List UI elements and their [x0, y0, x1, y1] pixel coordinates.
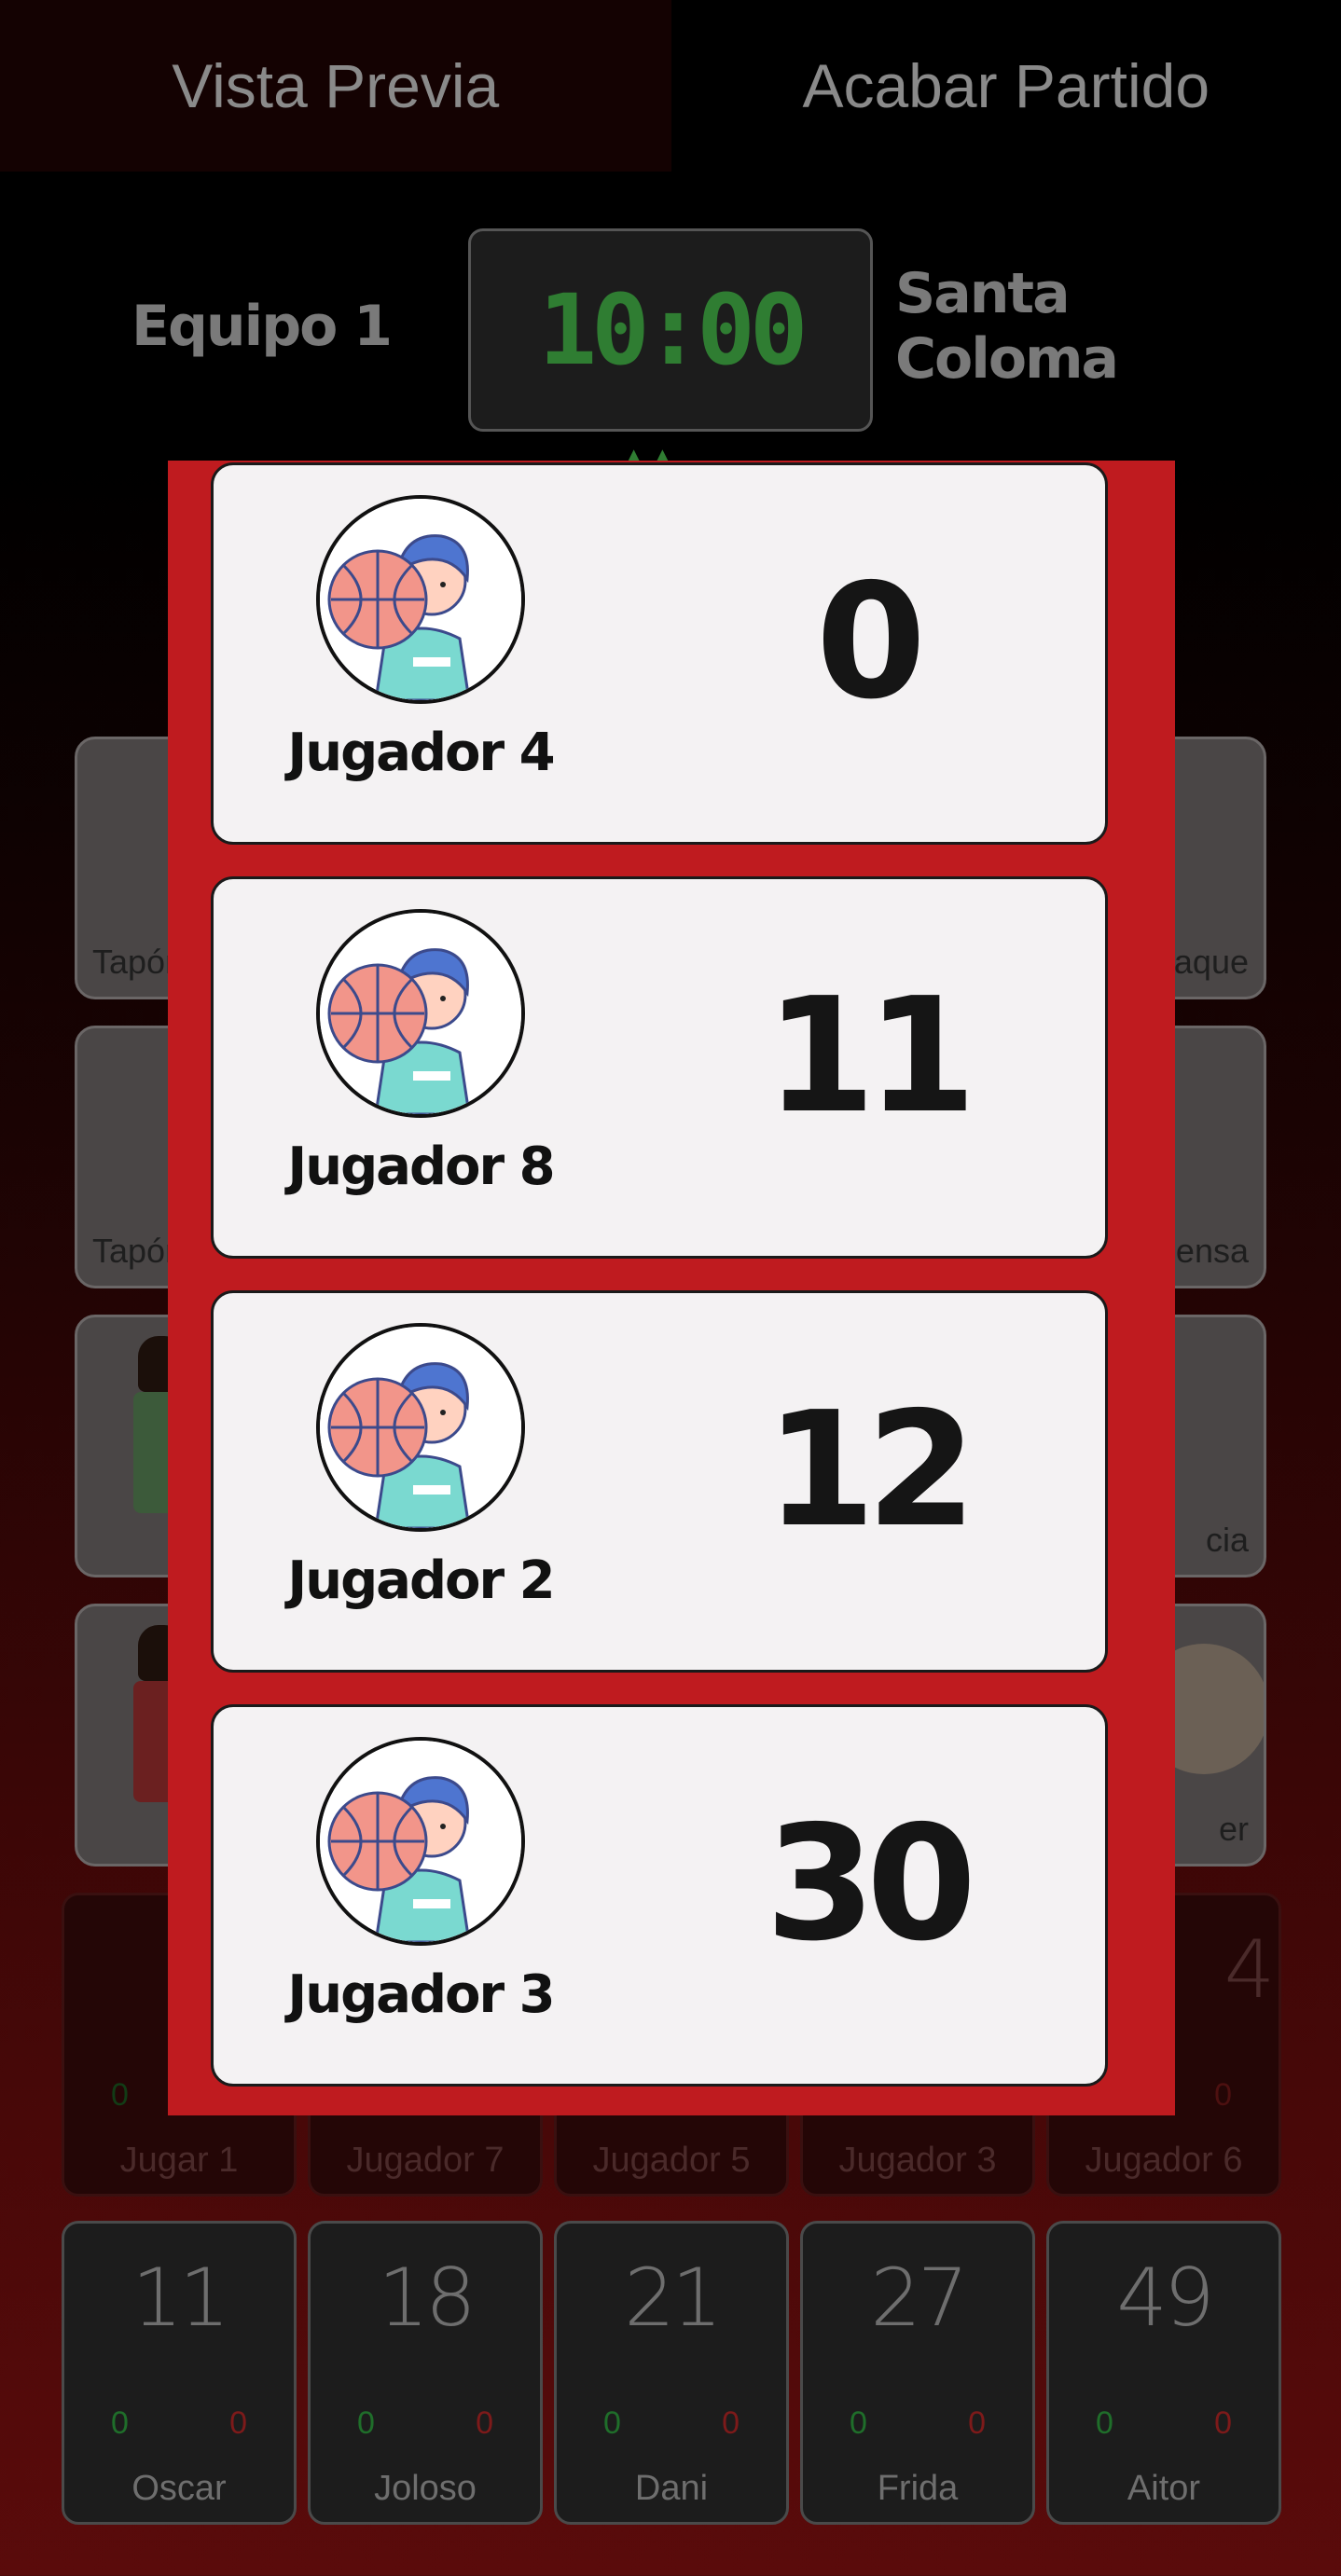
missed-count: 0	[968, 2405, 986, 2441]
ranking-player-score: 12	[765, 1378, 977, 1563]
ranking-player-score: 0	[815, 550, 926, 735]
player-number: 11	[131, 2252, 229, 2345]
ranking-player-name: Jugador 2	[287, 1550, 555, 1611]
ranking-player-name: Jugador 4	[287, 723, 555, 783]
made-count: 0	[850, 2405, 867, 2441]
made-count: 0	[111, 2405, 129, 2441]
player-score-card[interactable]: Jugador 4 0	[211, 462, 1108, 845]
missed-count: 0	[476, 2405, 493, 2441]
end-match-tab[interactable]: Acabar Partido	[670, 0, 1341, 172]
player-card[interactable]: 49 0 0 Aitor	[1046, 2221, 1281, 2525]
made-count: 0	[111, 2077, 129, 2113]
player-card[interactable]: 27 0 0 Frida	[800, 2221, 1035, 2525]
top-tab-bar: Vista Previa Acabar Partido	[0, 0, 1341, 172]
player-number: 21	[624, 2252, 722, 2345]
player-card[interactable]: 11 0 0 Oscar	[62, 2221, 297, 2525]
player-name: Jugador 3	[838, 2141, 997, 2180]
player-card[interactable]: 18 0 0 Joloso	[308, 2221, 543, 2525]
made-count: 0	[1096, 2405, 1113, 2441]
away-team-name: Santa Coloma	[895, 261, 1119, 392]
player-score-card[interactable]: Jugador 8 11	[211, 876, 1108, 1259]
missed-count: 0	[1214, 2077, 1232, 2113]
player-name: Jugador 7	[346, 2141, 505, 2180]
player-number: 18	[378, 2252, 476, 2345]
player-name: Jugador 6	[1085, 2141, 1243, 2180]
player-number: 49	[1116, 2252, 1214, 2345]
player-name: Joloso	[374, 2469, 477, 2508]
player-score-card[interactable]: Jugador 2 12	[211, 1290, 1108, 1673]
ranking-player-score: 11	[765, 964, 977, 1149]
player-name: Frida	[877, 2469, 959, 2508]
player-name: Dani	[634, 2469, 709, 2508]
ranking-player-score: 30	[765, 1792, 977, 1977]
missed-count: 0	[722, 2405, 740, 2441]
ranking-player-name: Jugador 8	[287, 1136, 555, 1197]
player-name: Oscar	[131, 2469, 227, 2508]
player-avatar-icon	[316, 909, 525, 1118]
player-name: Aitor	[1127, 2469, 1201, 2508]
player-score-modal: Jugador 4 0 Jugador 8 11 Jugador 2 12 Ju…	[168, 461, 1175, 2115]
player-avatar-icon	[316, 1737, 525, 1946]
ranking-player-name: Jugador 3	[287, 1964, 555, 2025]
player-score-card[interactable]: Jugador 3 30	[211, 1704, 1108, 2087]
game-clock[interactable]: 10:00	[468, 228, 873, 432]
player-number: 27	[870, 2252, 968, 2345]
player-avatar-icon	[316, 495, 525, 704]
home-team-name: Equipo 1	[131, 294, 393, 359]
made-count: 0	[603, 2405, 621, 2441]
player-card[interactable]: 21 0 0 Dani	[554, 2221, 789, 2525]
made-count: 0	[357, 2405, 375, 2441]
player-avatar-icon	[316, 1323, 525, 1532]
player-name: Jugador 5	[592, 2141, 751, 2180]
preview-tab[interactable]: Vista Previa	[0, 0, 671, 172]
missed-count: 0	[229, 2405, 247, 2441]
player-name: Jugar 1	[119, 2141, 239, 2180]
missed-count: 0	[1214, 2405, 1232, 2441]
